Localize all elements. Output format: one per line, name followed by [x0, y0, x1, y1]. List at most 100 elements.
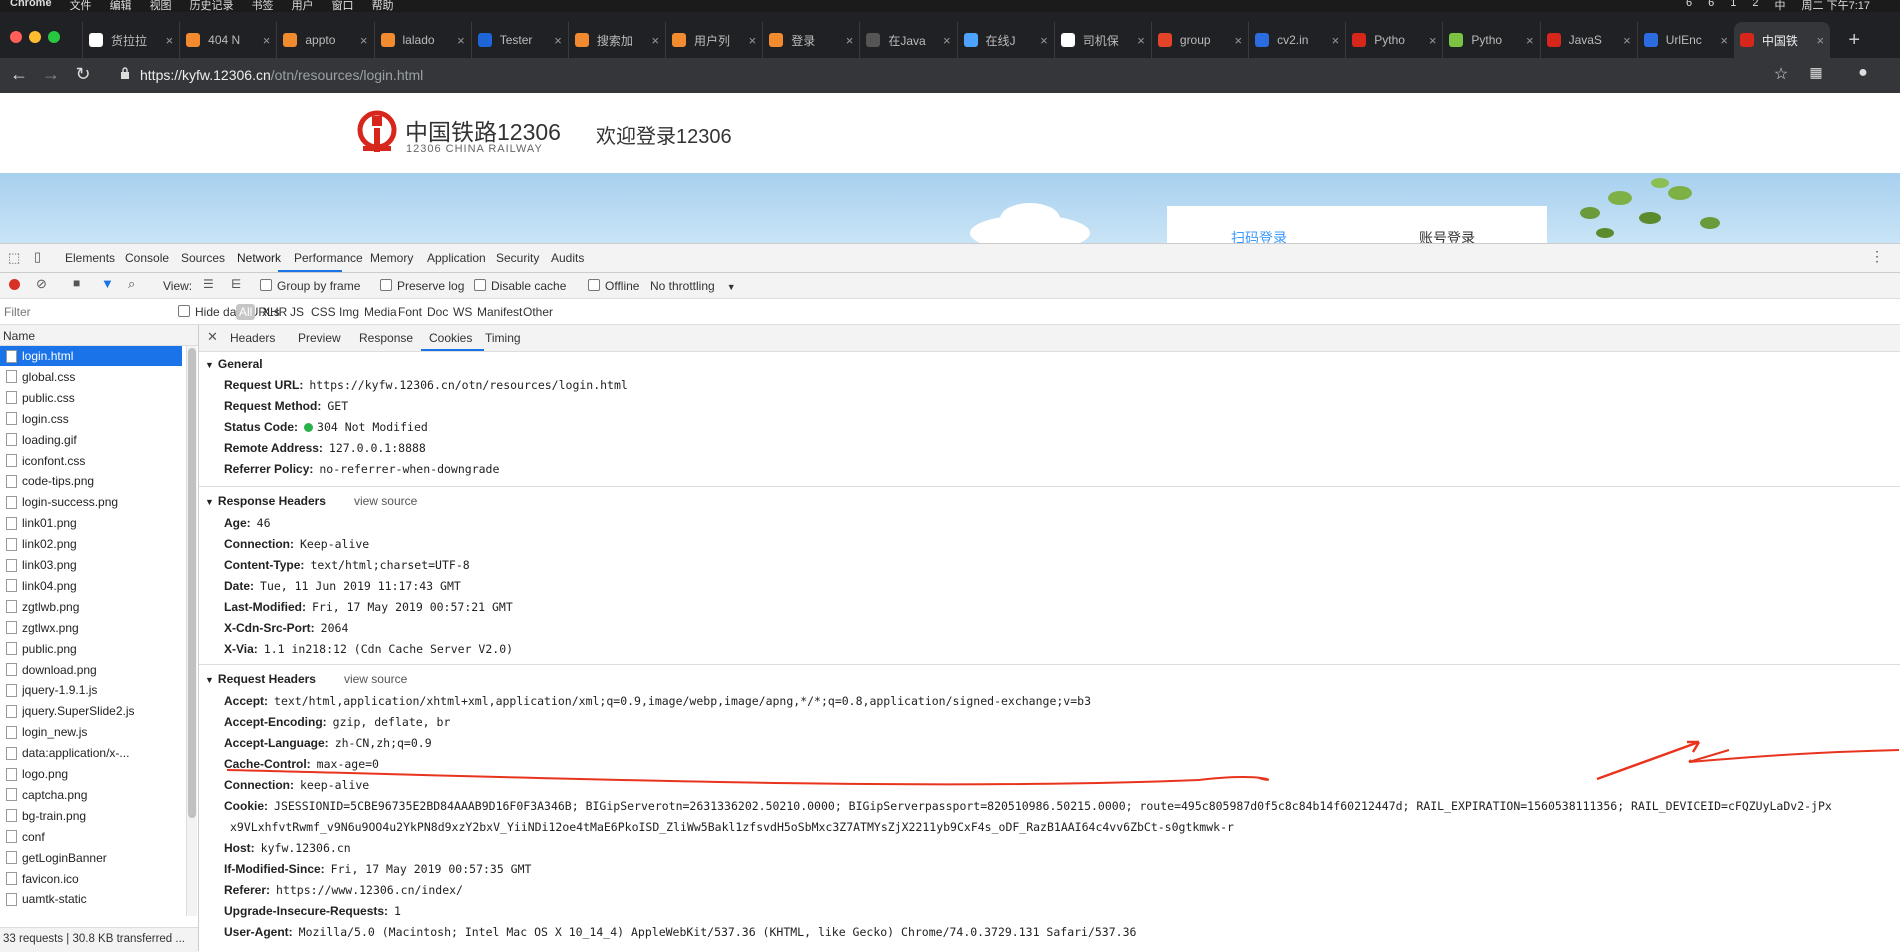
devtools-tab-memory[interactable]: Memory — [370, 251, 413, 265]
back-button[interactable]: ← — [8, 64, 30, 85]
close-window-button[interactable] — [10, 31, 22, 43]
request-row[interactable]: link01.png — [0, 513, 182, 533]
screenshot-camera-icon[interactable]: ■ — [73, 276, 80, 290]
filter-input[interactable] — [2, 302, 166, 321]
request-list-scrollbar[interactable] — [186, 346, 197, 916]
request-row[interactable]: global.css — [0, 367, 182, 387]
subtab-cookies[interactable]: Cookies — [429, 331, 472, 345]
request-row[interactable]: link02.png — [0, 534, 182, 554]
filter-type-xhr[interactable]: XHR — [262, 305, 287, 319]
request-row[interactable]: public.png — [0, 639, 182, 659]
profile-icon[interactable]: ● — [1852, 64, 1874, 82]
filter-type-manifest[interactable]: Manifest — [477, 305, 522, 319]
browser-tab[interactable]: cv2.in × — [1248, 22, 1345, 58]
devtools-tab-network[interactable]: Network — [237, 251, 281, 265]
request-row[interactable]: jquery-1.9.1.js — [0, 680, 182, 700]
filter-type-js[interactable]: JS — [290, 305, 304, 319]
request-row[interactable]: getLoginBanner — [0, 848, 182, 868]
browser-tab[interactable]: UrlEnc × — [1636, 22, 1734, 58]
menubar-item[interactable]: 书签 — [252, 0, 274, 12]
browser-tab[interactable]: 在线J × — [956, 22, 1054, 58]
filter-type-media[interactable]: Media — [364, 305, 397, 319]
close-tab-icon[interactable]: × — [457, 33, 465, 48]
close-tab-icon[interactable]: × — [1623, 33, 1631, 48]
subtab-timing[interactable]: Timing — [485, 331, 521, 345]
close-tab-icon[interactable]: × — [360, 33, 368, 48]
browser-tab[interactable]: lalado × — [373, 22, 471, 58]
close-tab-icon[interactable]: × — [749, 33, 757, 48]
filter-type-all[interactable]: All — [236, 304, 256, 320]
menubar-item[interactable]: 编辑 — [110, 0, 132, 12]
menubar-status-item[interactable]: 6 — [1708, 0, 1714, 12]
devtools-tab-elements[interactable]: Elements — [65, 251, 115, 265]
close-tab-icon[interactable]: × — [1137, 33, 1145, 48]
request-row[interactable]: favicon.ico — [0, 869, 182, 889]
browser-tab[interactable]: 货拉拉 × — [82, 22, 179, 58]
browser-tab[interactable]: 404 N × — [179, 22, 276, 58]
request-row[interactable]: public.css — [0, 388, 182, 408]
throttling-select[interactable]: No throttling ▼ — [650, 279, 736, 293]
close-tab-icon[interactable]: × — [1817, 33, 1825, 48]
close-tab-icon[interactable]: × — [1429, 33, 1437, 48]
request-row[interactable]: jquery.SuperSlide2.js — [0, 701, 182, 721]
filter-type-css[interactable]: CSS — [311, 305, 336, 319]
preserve-log-checkbox[interactable]: Preserve log — [380, 279, 464, 293]
browser-tab[interactable]: 用户列 × — [665, 22, 762, 58]
devtools-tab-application[interactable]: Application — [427, 251, 486, 265]
devtools-tab-performance[interactable]: Performance — [294, 251, 363, 265]
request-row[interactable]: login.css — [0, 409, 182, 429]
request-row[interactable]: conf — [0, 827, 182, 847]
browser-tab[interactable]: Tester × — [470, 22, 568, 58]
browser-tab[interactable]: appto × — [276, 22, 373, 58]
filter-type-doc[interactable]: Doc — [427, 305, 448, 319]
subtab-headers[interactable]: Headers — [230, 331, 275, 345]
request-row[interactable]: loading.gif — [0, 430, 182, 450]
disable-cache-checkbox[interactable]: Disable cache — [474, 279, 566, 293]
menubar-item[interactable]: 文件 — [70, 0, 92, 12]
menubar-item[interactable]: 帮助 — [372, 0, 394, 12]
menubar-status-item[interactable]: 1 — [1730, 0, 1736, 12]
close-tab-icon[interactable]: × — [1332, 33, 1340, 48]
inspect-element-icon[interactable]: ⬚ — [8, 250, 20, 266]
menubar-item[interactable]: 视图 — [150, 0, 172, 12]
name-column-header[interactable]: Name — [0, 325, 199, 346]
waterfall-icon[interactable]: ⋿ — [231, 277, 241, 291]
device-toolbar-icon[interactable]: ▯ — [34, 249, 41, 265]
filter-type-img[interactable]: Img — [339, 305, 359, 319]
devtools-tab-console[interactable]: Console — [125, 251, 169, 265]
devtools-tab-security[interactable]: Security — [496, 251, 539, 265]
request-row[interactable]: data:application/x-... — [0, 743, 182, 763]
close-tab-icon[interactable]: × — [1040, 33, 1048, 48]
devtools-tab-sources[interactable]: Sources — [181, 251, 225, 265]
filter-type-font[interactable]: Font — [398, 305, 422, 319]
close-tab-icon[interactable]: × — [1720, 33, 1728, 48]
browser-tab[interactable]: JavaS × — [1539, 22, 1637, 58]
request-row[interactable]: bg-train.png — [0, 806, 182, 826]
close-detail-icon[interactable]: ✕ — [207, 329, 218, 345]
close-tab-icon[interactable]: × — [1234, 33, 1242, 48]
request-row[interactable]: login_new.js — [0, 722, 182, 742]
request-row[interactable]: login-success.png — [0, 492, 182, 512]
request-row[interactable]: iconfont.css — [0, 451, 182, 471]
request-row[interactable]: zgtlwx.png — [0, 618, 182, 638]
menubar-item[interactable]: 窗口 — [332, 0, 354, 12]
request-row[interactable]: code-tips.png — [0, 471, 182, 491]
filter-type-ws[interactable]: WS — [453, 305, 472, 319]
group-by-frame-checkbox[interactable]: Group by frame — [260, 279, 360, 293]
bookmark-star-icon[interactable]: ☆ — [1770, 64, 1792, 84]
menubar-status-item[interactable]: 中 — [1775, 0, 1786, 12]
menubar-status-item[interactable]: 6 — [1686, 0, 1692, 12]
new-tab-button[interactable]: + — [1848, 30, 1860, 50]
menubar-item[interactable]: 历史记录 — [190, 0, 234, 12]
request-row[interactable]: zgtlwb.png — [0, 597, 182, 617]
request-row[interactable]: logo.png — [0, 764, 182, 784]
tab-qr-login[interactable]: 扫码登录 — [1231, 228, 1287, 243]
devtools-tab-audits[interactable]: Audits — [551, 251, 584, 265]
request-row[interactable]: link04.png — [0, 576, 182, 596]
subtab-preview[interactable]: Preview — [298, 331, 341, 345]
close-tab-icon[interactable]: × — [166, 33, 174, 48]
browser-tab[interactable]: group × — [1150, 22, 1248, 58]
close-tab-icon[interactable]: × — [1526, 33, 1534, 48]
close-tab-icon[interactable]: × — [943, 33, 951, 48]
close-tab-icon[interactable]: × — [846, 33, 854, 48]
